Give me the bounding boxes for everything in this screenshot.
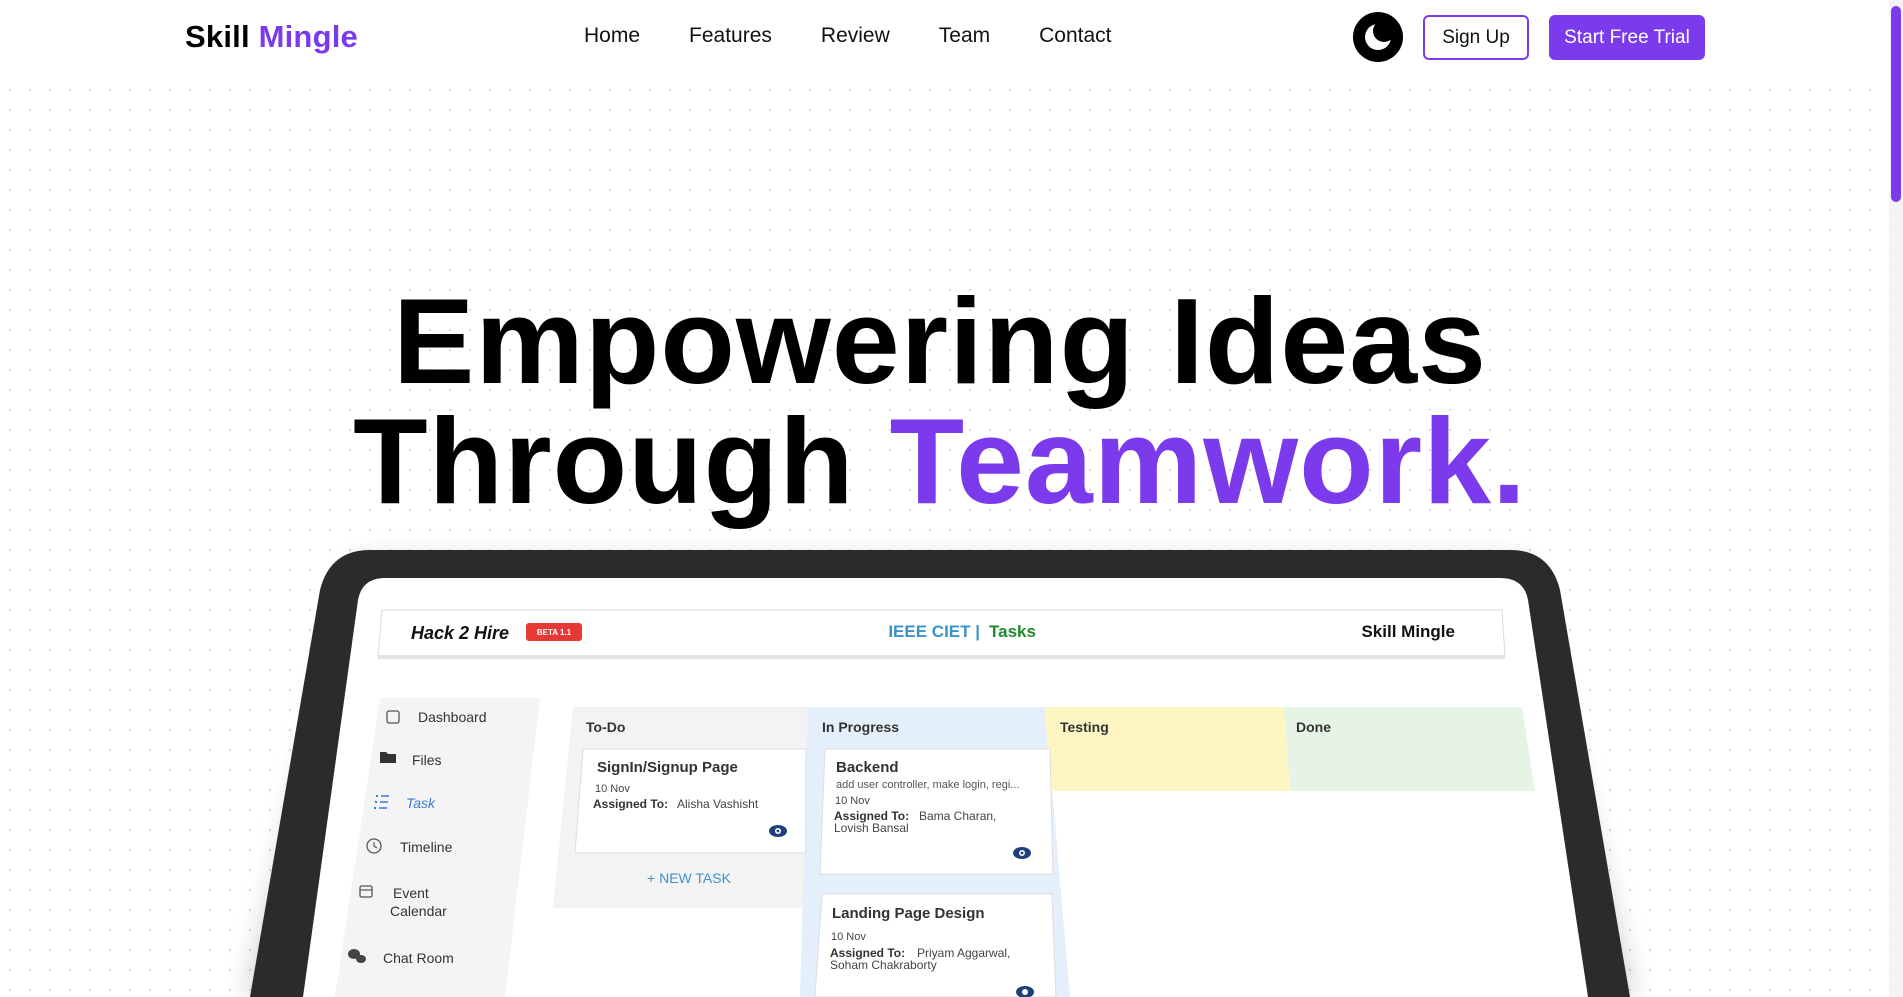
task-card-description: add user controller, make login, regi... xyxy=(836,779,1019,791)
tablet-bezel xyxy=(250,550,1630,997)
sidebar-item-label: Files xyxy=(412,752,442,768)
app-brand: Hack 2 Hire xyxy=(411,623,509,643)
column-header-todo: To-Do xyxy=(586,719,625,735)
beta-badge-text: BETA 1.1 xyxy=(537,628,572,637)
sidebar-item-label: Chat Room xyxy=(383,950,454,966)
app-header-bar xyxy=(377,609,1506,657)
hero-heading-line1: Empowering Ideas xyxy=(393,273,1487,409)
task-card-assignee: Lovish Bansal xyxy=(834,821,909,835)
task-card-signin[interactable]: SignIn/Signup Page 10 Nov Assigned To: A… xyxy=(574,748,807,854)
sidebar-item-chat-room[interactable]: Chat Room xyxy=(348,949,454,966)
main-nav: Home Features Review Team Contact xyxy=(584,24,1161,48)
task-card-title: SignIn/Signup Page xyxy=(597,759,738,776)
task-card-assignee: Bama Charan, xyxy=(919,809,996,823)
app-sidebar xyxy=(335,698,540,997)
tablet-screen xyxy=(303,578,1588,997)
site-logo[interactable]: Skill Mingle xyxy=(185,19,358,55)
task-card-title: Landing Page Design xyxy=(832,905,985,922)
column-header-done: Done xyxy=(1296,719,1331,735)
task-card-assigned-label: Assigned To: xyxy=(834,809,909,823)
nav-link-team[interactable]: Team xyxy=(939,24,990,48)
calendar-icon xyxy=(359,885,373,898)
column-header-in-progress: In Progress xyxy=(822,719,899,735)
eye-icon[interactable] xyxy=(1013,847,1031,859)
task-card-assigned-label: Assigned To: xyxy=(830,946,905,960)
sidebar-item-label: Dashboard xyxy=(418,709,487,725)
task-card-date: 10 Nov xyxy=(835,795,870,807)
sidebar-item-label: Task xyxy=(406,795,436,811)
eye-icon[interactable] xyxy=(769,825,787,837)
column-header-testing: Testing xyxy=(1060,719,1109,735)
sidebar-item-label: Timeline xyxy=(400,839,453,855)
column-in-progress xyxy=(800,707,1070,997)
column-done xyxy=(1284,707,1535,791)
sidebar-item-event-calendar[interactable]: Event Calendar xyxy=(359,885,447,919)
task-card-date: 10 Nov xyxy=(831,931,866,943)
theme-toggle-button[interactable] xyxy=(1353,12,1403,62)
chat-icon xyxy=(348,949,366,963)
nav-link-review[interactable]: Review xyxy=(821,24,890,48)
task-card-assignee: Soham Chakraborty xyxy=(830,958,937,972)
app-org-label: IEEE CIET | xyxy=(888,622,980,641)
moon-icon xyxy=(1365,20,1395,50)
page-scrollbar-thumb[interactable] xyxy=(1891,6,1901,202)
nav-link-features[interactable]: Features xyxy=(689,24,772,48)
app-header-shadow xyxy=(378,655,1505,659)
sidebar-item-files[interactable]: Files xyxy=(380,752,442,768)
task-card-assignee: Alisha Vashisht xyxy=(677,797,759,811)
sidebar-item-task[interactable]: Task xyxy=(374,795,436,811)
task-card-title: Backend xyxy=(836,759,899,776)
task-card-landing-page[interactable]: Landing Page Design 10 Nov Assigned To: … xyxy=(814,893,1057,997)
clock-icon xyxy=(366,838,382,854)
nav-link-contact[interactable]: Contact xyxy=(1039,24,1111,48)
task-card-assignee: Priyam Aggarwal, xyxy=(917,946,1010,960)
hero-heading-accent: Teamwork. xyxy=(889,393,1527,529)
top-navbar: Skill Mingle Home Features Review Team C… xyxy=(0,0,1903,76)
hero-heading-line2: Through Teamwork. xyxy=(0,400,1880,522)
task-list-icon xyxy=(374,795,389,809)
sidebar-item-timeline[interactable]: Timeline xyxy=(366,838,453,855)
logo-accent-text: Mingle xyxy=(258,19,358,54)
start-free-trial-button[interactable]: Start Free Trial xyxy=(1549,15,1705,60)
sidebar-item-dashboard[interactable]: Dashboard xyxy=(386,709,487,725)
nav-link-home[interactable]: Home xyxy=(584,24,640,48)
sidebar-item-label: Calendar xyxy=(390,903,447,919)
sign-up-button[interactable]: Sign Up xyxy=(1423,15,1529,60)
task-card-date: 10 Nov xyxy=(595,783,630,795)
dashboard-icon xyxy=(386,710,400,724)
app-right-brand: Skill Mingle xyxy=(1361,622,1455,641)
app-section-label: Tasks xyxy=(989,622,1036,641)
beta-badge xyxy=(526,623,582,641)
column-todo xyxy=(553,707,808,908)
logo-primary-text: Skill xyxy=(185,19,250,54)
eye-icon[interactable] xyxy=(1016,986,1034,997)
task-card-backend[interactable]: Backend add user controller, make login,… xyxy=(819,748,1054,875)
folder-icon xyxy=(380,752,396,763)
new-task-button[interactable]: + NEW TASK xyxy=(647,870,732,886)
sidebar-item-label: Event xyxy=(393,885,429,901)
task-card-assigned-label: Assigned To: xyxy=(593,797,668,811)
column-testing xyxy=(1045,707,1290,791)
hero-heading-prefix: Through xyxy=(353,393,855,529)
